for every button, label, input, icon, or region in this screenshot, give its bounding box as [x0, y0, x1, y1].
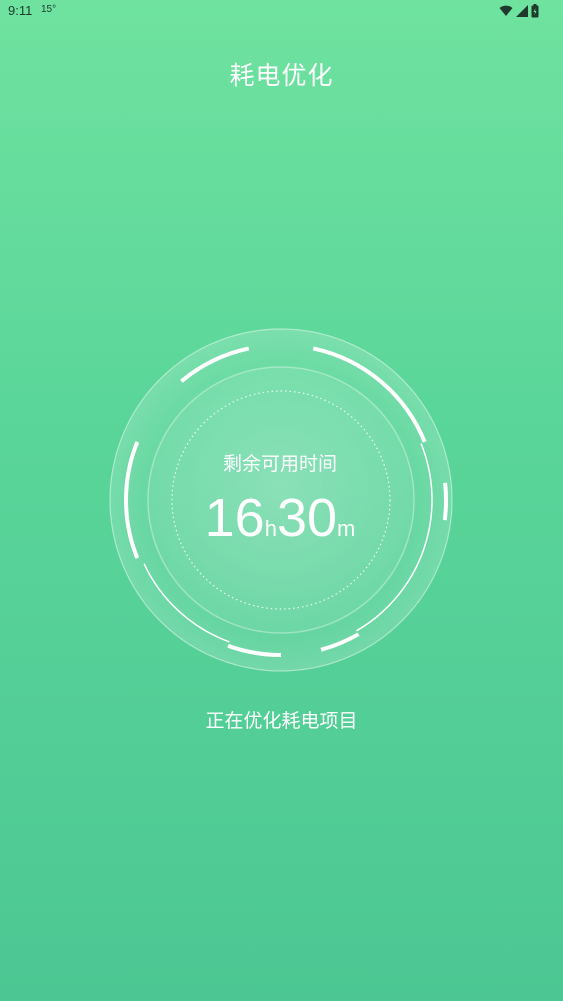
remaining-time-value: 16h30m	[100, 486, 460, 550]
status-icons	[499, 4, 539, 18]
optimizing-status-text: 正在优化耗电项目	[205, 710, 358, 732]
status-temperature: 15°	[41, 4, 57, 15]
status-bar: 9:11 15°	[0, 0, 563, 24]
battery-icon	[531, 4, 539, 18]
page-title: 耗电优化	[229, 61, 334, 90]
wifi-icon	[499, 5, 513, 17]
remaining-time-dial: 剩余可用时间 16h30m	[100, 320, 460, 680]
hours-unit: h	[264, 516, 277, 541]
cellular-signal-icon	[516, 5, 528, 17]
minutes-unit: m	[337, 516, 356, 541]
remaining-time-label: 剩余可用时间	[222, 453, 337, 475]
minutes-value: 30	[276, 488, 338, 548]
hours-value: 16	[204, 488, 265, 548]
status-time: 9:11	[8, 3, 33, 18]
